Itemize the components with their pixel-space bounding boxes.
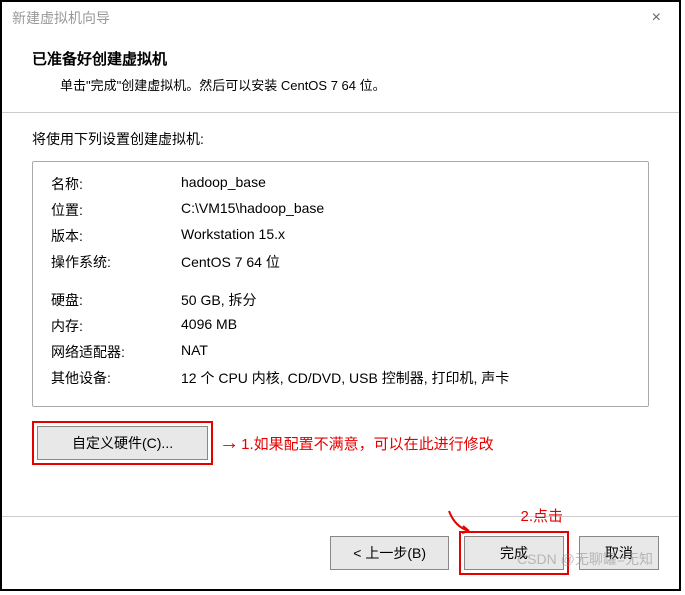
customize-hardware-button[interactable]: 自定义硬件(C)...: [37, 426, 208, 460]
setting-row-disk: 硬盘: 50 GB, 拆分: [51, 290, 630, 310]
setting-label: 版本:: [51, 226, 181, 246]
footer-button-bar: < 上一步(B) 2.点击 完成 取消: [2, 516, 679, 589]
setting-label: 名称:: [51, 174, 181, 194]
annotation-highlight-box: 完成: [459, 531, 569, 575]
customize-hardware-row: 自定义硬件(C)... → 1.如果配置不满意，可以在此进行修改: [32, 421, 649, 465]
finish-button-wrap: 2.点击 完成: [459, 531, 569, 575]
setting-row-version: 版本: Workstation 15.x: [51, 226, 630, 246]
content-area: 将使用下列设置创建虚拟机: 名称: hadoop_base 位置: C:\VM1…: [2, 113, 679, 475]
setting-label: 硬盘:: [51, 290, 181, 310]
setting-value: C:\VM15\hadoop_base: [181, 200, 630, 220]
setting-value: hadoop_base: [181, 174, 630, 194]
window-title: 新建虚拟机向导: [12, 8, 110, 28]
settings-summary-box: 名称: hadoop_base 位置: C:\VM15\hadoop_base …: [32, 161, 649, 407]
page-title: 已准备好创建虚拟机: [32, 48, 649, 69]
setting-label: 其他设备:: [51, 368, 181, 388]
setting-row-name: 名称: hadoop_base: [51, 174, 630, 194]
annotation-step2-text: 2.点击: [520, 505, 563, 526]
setting-value: 12 个 CPU 内核, CD/DVD, USB 控制器, 打印机, 声卡: [181, 368, 630, 388]
page-subtitle: 单击"完成"创建虚拟机。然后可以安装 CentOS 7 64 位。: [32, 75, 649, 94]
setting-value: Workstation 15.x: [181, 226, 630, 246]
setting-label: 内存:: [51, 316, 181, 336]
setting-value: CentOS 7 64 位: [181, 252, 630, 272]
arrow-curved-icon: [445, 509, 481, 537]
setting-label: 操作系统:: [51, 252, 181, 272]
setting-label: 位置:: [51, 200, 181, 220]
setting-label: 网络适配器:: [51, 342, 181, 362]
setting-value: 50 GB, 拆分: [181, 290, 630, 310]
setting-row-location: 位置: C:\VM15\hadoop_base: [51, 200, 630, 220]
setting-value: NAT: [181, 342, 630, 362]
back-button[interactable]: < 上一步(B): [330, 536, 449, 570]
annotation-highlight-box: 自定义硬件(C)...: [32, 421, 213, 465]
close-icon[interactable]: ×: [644, 9, 669, 27]
setting-row-network: 网络适配器: NAT: [51, 342, 630, 362]
cancel-button[interactable]: 取消: [579, 536, 659, 570]
setting-row-other: 其他设备: 12 个 CPU 内核, CD/DVD, USB 控制器, 打印机,…: [51, 368, 630, 388]
setting-value: 4096 MB: [181, 316, 630, 336]
setting-row-os: 操作系统: CentOS 7 64 位: [51, 252, 630, 272]
wizard-window: 新建虚拟机向导 × 已准备好创建虚拟机 单击"完成"创建虚拟机。然后可以安装 C…: [0, 0, 681, 591]
arrow-right-icon: →: [219, 432, 239, 455]
setting-row-memory: 内存: 4096 MB: [51, 316, 630, 336]
header-section: 已准备好创建虚拟机 单击"完成"创建虚拟机。然后可以安装 CentOS 7 64…: [2, 34, 679, 112]
intro-text: 将使用下列设置创建虚拟机:: [32, 129, 649, 149]
titlebar: 新建虚拟机向导 ×: [2, 2, 679, 34]
annotation-step1-text: 1.如果配置不满意，可以在此进行修改: [241, 433, 494, 454]
finish-button[interactable]: 完成: [464, 536, 564, 570]
